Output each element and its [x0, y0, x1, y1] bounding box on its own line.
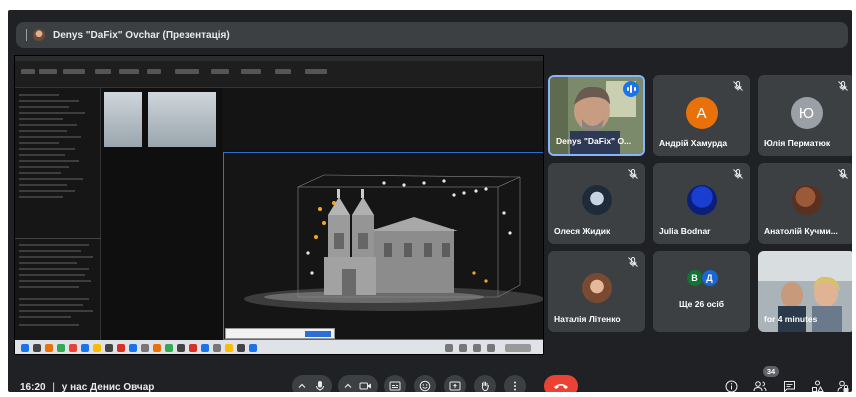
speaking-indicator: [623, 81, 639, 97]
clock-time: 16:20: [20, 382, 46, 392]
participant-name: Julia Bodnar: [659, 226, 711, 236]
more-options-button[interactable]: [504, 375, 526, 392]
leave-call-button[interactable]: [544, 375, 578, 392]
chevron-up-icon[interactable]: [298, 382, 306, 390]
software-workspace-panel: [15, 88, 101, 340]
avatar: Д: [700, 269, 719, 287]
activities-button[interactable]: [808, 377, 826, 392]
avatar: [581, 273, 612, 303]
mic-off-icon: [733, 168, 743, 179]
mic-icon: [316, 381, 324, 391]
presentation-title: Denys "DaFix" Ovchar (Презентація): [53, 29, 230, 41]
participant-tile-presenter[interactable]: Denys "DaFix" O...: [548, 75, 645, 156]
viewport-top: [223, 88, 543, 150]
lock-person-icon: [837, 380, 849, 392]
mic-off-icon: [628, 168, 638, 179]
meeting-name: у нас Денис Овчар: [61, 382, 155, 392]
participant-name: Анатолій Кучми...: [764, 226, 838, 236]
participant-tile[interactable]: Ю Юлія Перматюк: [758, 75, 852, 156]
present-button[interactable]: [444, 375, 466, 392]
participant-name: Андрій Хамурда: [659, 138, 728, 148]
people-icon: [753, 381, 767, 392]
camera-button[interactable]: [338, 375, 378, 392]
emoji-icon: [419, 380, 431, 392]
chat-icon: [783, 380, 795, 392]
divider: [26, 29, 27, 41]
camera-off-icon: [359, 382, 371, 390]
participant-name: Наталія Літенко: [554, 314, 621, 324]
mic-off-icon: [838, 80, 848, 91]
photo-thumbnail[interactable]: [104, 92, 142, 147]
photo-thumbnail[interactable]: [148, 92, 216, 147]
software-toolbar: [15, 61, 543, 88]
participant-name: for 4 minutes: [764, 314, 818, 324]
chat-button[interactable]: [780, 377, 798, 392]
participant-count-badge: 34: [763, 366, 779, 377]
separator: |: [52, 382, 55, 392]
avatar: А: [685, 97, 718, 129]
participant-tile[interactable]: Анатолій Кучми...: [758, 163, 852, 244]
viewport-3d-model[interactable]: [223, 152, 543, 340]
hand-icon: [481, 381, 489, 392]
present-screen-icon: [449, 381, 461, 391]
avatar: [686, 185, 717, 215]
info-icon: [725, 380, 737, 392]
end-call-icon: [554, 384, 568, 389]
people-button[interactable]: [751, 377, 769, 392]
point-cloud-model: [244, 174, 543, 311]
participant-name: Олеся Жидик: [554, 226, 611, 236]
more-vert-icon: [514, 381, 516, 391]
participant-tile[interactable]: А Андрій Хамурда: [653, 75, 750, 156]
reactions-button[interactable]: [414, 375, 436, 392]
meet-window: Denys "DaFix" Ovchar (Презентація) Denys…: [8, 10, 852, 392]
presenter-avatar: [33, 29, 45, 41]
windows-taskbar: [15, 340, 543, 354]
participant-tile[interactable]: for 4 minutes: [758, 251, 852, 332]
microphone-button[interactable]: [292, 375, 332, 392]
participant-tile[interactable]: Julia Bodnar: [653, 163, 750, 244]
participant-tile[interactable]: Олеся Жидик: [548, 163, 645, 244]
mic-off-icon: [628, 256, 638, 267]
others-count-label: Ще 26 осіб: [679, 299, 724, 309]
captions-icon: [389, 381, 401, 391]
meeting-info: 16:20 | у нас Денис Овчар: [20, 382, 154, 392]
avatar-group: В Д: [685, 269, 720, 289]
raise-hand-button[interactable]: [474, 375, 496, 392]
mic-off-icon: [733, 80, 743, 91]
meeting-details-button[interactable]: [722, 377, 740, 392]
participant-tile-others[interactable]: В Д Ще 26 осіб: [653, 251, 750, 332]
participant-name: Denys "DaFix" O...: [556, 136, 632, 146]
chevron-up-icon[interactable]: [344, 382, 352, 390]
participant-name: Юлія Перматюк: [764, 138, 831, 148]
dialog-button[interactable]: [305, 331, 331, 337]
photo-thumbnails: [102, 88, 222, 340]
shared-screen[interactable]: [14, 55, 544, 355]
software-dialog[interactable]: [225, 328, 335, 339]
activities-icon: [811, 380, 824, 392]
avatar: [791, 185, 822, 215]
mic-off-icon: [838, 168, 848, 179]
avatar: [581, 185, 612, 215]
host-controls-button[interactable]: [834, 377, 852, 392]
presentation-bar: Denys "DaFix" Ovchar (Презентація): [16, 22, 848, 48]
avatar: Ю: [790, 97, 823, 129]
participant-tile[interactable]: Наталія Літенко: [548, 251, 645, 332]
captions-button[interactable]: [384, 375, 406, 392]
